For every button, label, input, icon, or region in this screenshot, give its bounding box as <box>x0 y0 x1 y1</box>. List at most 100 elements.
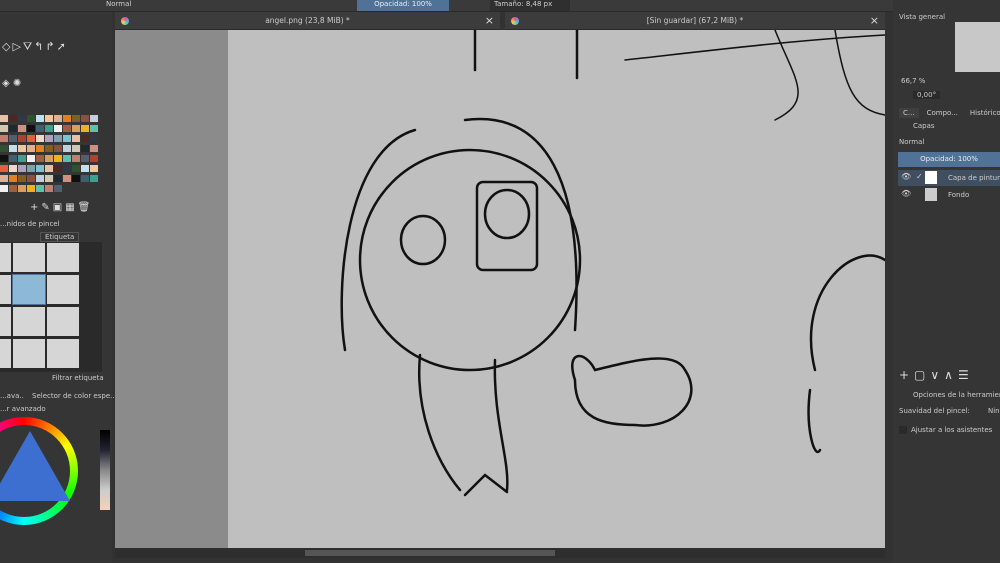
palette-swatch[interactable] <box>27 175 35 182</box>
eye-icon[interactable]: 👁 <box>901 172 911 181</box>
palette-swatch[interactable] <box>72 155 80 162</box>
palette-swatch[interactable] <box>54 155 62 162</box>
color-tab-2[interactable]: Selector de color espe... <box>32 392 117 400</box>
fill-tool-icon[interactable]: ◈ ✺ <box>2 78 21 89</box>
palette-swatch[interactable] <box>72 115 80 122</box>
color-wheel[interactable] <box>0 417 78 525</box>
palette-swatch[interactable] <box>45 155 53 162</box>
palette-swatch[interactable] <box>36 145 44 152</box>
palette-swatch[interactable] <box>18 135 26 142</box>
palette-swatch[interactable] <box>36 125 44 132</box>
palette[interactable] <box>0 115 100 195</box>
palette-swatch[interactable] <box>63 135 71 142</box>
palette-swatch[interactable] <box>81 115 89 122</box>
palette-swatch[interactable] <box>72 165 80 172</box>
palette-swatch[interactable] <box>18 185 26 192</box>
palette-swatch[interactable] <box>54 115 62 122</box>
palette-swatch[interactable] <box>0 135 8 142</box>
palette-actions-icons[interactable]: +✎▣▦🗑 <box>30 202 93 213</box>
palette-swatch[interactable] <box>27 145 35 152</box>
palette-swatch[interactable] <box>27 115 35 122</box>
layer-row[interactable]: 👁 Fondo <box>898 187 1000 203</box>
palette-swatch[interactable] <box>9 165 17 172</box>
layer-opacity-slider[interactable]: Opacidad: 100% <box>898 152 1000 167</box>
check-icon[interactable]: ✓ <box>916 172 923 181</box>
palette-swatch[interactable] <box>18 165 26 172</box>
brush-preset[interactable] <box>12 306 46 337</box>
palette-swatch[interactable] <box>90 175 98 182</box>
shape-tools-icons[interactable]: ◇▷⛛↰↱➚ <box>2 40 68 54</box>
close-icon[interactable]: × <box>870 12 879 30</box>
palette-swatch[interactable] <box>18 175 26 182</box>
blend-mode-select[interactable]: Normal <box>106 0 131 8</box>
palette-swatch[interactable] <box>36 155 44 162</box>
palette-swatch[interactable] <box>81 165 89 172</box>
palette-swatch[interactable] <box>18 115 26 122</box>
palette-swatch[interactable] <box>36 165 44 172</box>
palette-swatch[interactable] <box>18 155 26 162</box>
palette-swatch[interactable] <box>45 145 53 152</box>
palette-swatch[interactable] <box>90 115 98 122</box>
palette-swatch[interactable] <box>27 165 35 172</box>
color-triangle[interactable] <box>0 431 70 501</box>
brush-preset[interactable] <box>12 242 46 273</box>
brush-preset[interactable] <box>12 338 46 369</box>
opacity-slider[interactable]: Opacidad: 100% <box>357 0 449 11</box>
filter-tag-checkbox[interactable]: Filtrar etiqueta <box>52 374 104 382</box>
palette-swatch[interactable] <box>63 125 71 132</box>
brush-preset[interactable] <box>46 306 80 337</box>
palette-swatch[interactable] <box>27 125 35 132</box>
brush-preset-selected[interactable] <box>12 274 46 305</box>
smoothing-select[interactable]: Ninguna <box>988 407 1000 415</box>
palette-swatch[interactable] <box>45 125 53 132</box>
palette-swatch[interactable] <box>54 125 62 132</box>
palette-swatch[interactable] <box>90 125 98 132</box>
palette-swatch[interactable] <box>9 155 17 162</box>
palette-swatch[interactable] <box>0 165 8 172</box>
palette-swatch[interactable] <box>9 175 17 182</box>
palette-swatch[interactable] <box>54 145 62 152</box>
layer-actions-icons[interactable]: +▢∨∧☰ <box>899 368 974 382</box>
rotation-field[interactable]: 0,00° <box>913 91 941 99</box>
palette-swatch[interactable] <box>63 115 71 122</box>
palette-swatch[interactable] <box>9 185 17 192</box>
palette-swatch[interactable] <box>36 185 44 192</box>
palette-swatch[interactable] <box>81 135 89 142</box>
brush-preset[interactable] <box>46 338 80 369</box>
palette-swatch[interactable] <box>27 135 35 142</box>
zoom-level[interactable]: 66,7 % <box>901 77 925 85</box>
palette-swatch[interactable] <box>54 165 62 172</box>
palette-swatch[interactable] <box>36 115 44 122</box>
palette-swatch[interactable] <box>0 155 8 162</box>
palette-swatch[interactable] <box>63 175 71 182</box>
layer-blend-mode[interactable]: Normal <box>899 138 924 146</box>
palette-swatch[interactable] <box>45 165 53 172</box>
palette-swatch[interactable] <box>45 185 53 192</box>
color-history[interactable] <box>100 430 110 510</box>
tab-history[interactable]: Histórico <box>966 108 1000 118</box>
horizontal-scrollbar[interactable] <box>115 548 885 558</box>
palette-swatch[interactable] <box>54 185 62 192</box>
tab-angel[interactable]: angel.png (23,8 MiB) * × <box>115 12 500 30</box>
palette-swatch[interactable] <box>72 175 80 182</box>
palette-swatch[interactable] <box>72 135 80 142</box>
overview-thumbnail[interactable] <box>955 22 1000 72</box>
palette-swatch[interactable] <box>36 175 44 182</box>
tab-unsaved[interactable]: [Sin guardar] (67,2 MiB) * × <box>505 12 885 30</box>
palette-swatch[interactable] <box>63 145 71 152</box>
palette-swatch[interactable] <box>90 165 98 172</box>
palette-swatch[interactable] <box>81 175 89 182</box>
palette-swatch[interactable] <box>27 155 35 162</box>
palette-swatch[interactable] <box>72 125 80 132</box>
palette-swatch[interactable] <box>0 175 8 182</box>
palette-swatch[interactable] <box>9 145 17 152</box>
palette-swatch[interactable] <box>45 175 53 182</box>
palette-swatch[interactable] <box>63 165 71 172</box>
palette-swatch[interactable] <box>27 185 35 192</box>
palette-swatch[interactable] <box>90 145 98 152</box>
close-icon[interactable]: × <box>485 12 494 30</box>
palette-swatch[interactable] <box>0 115 8 122</box>
palette-swatch[interactable] <box>9 135 17 142</box>
layer-row[interactable]: 👁 ✓ Capa de pintura <box>898 170 1000 186</box>
brush-preset[interactable] <box>46 274 80 305</box>
